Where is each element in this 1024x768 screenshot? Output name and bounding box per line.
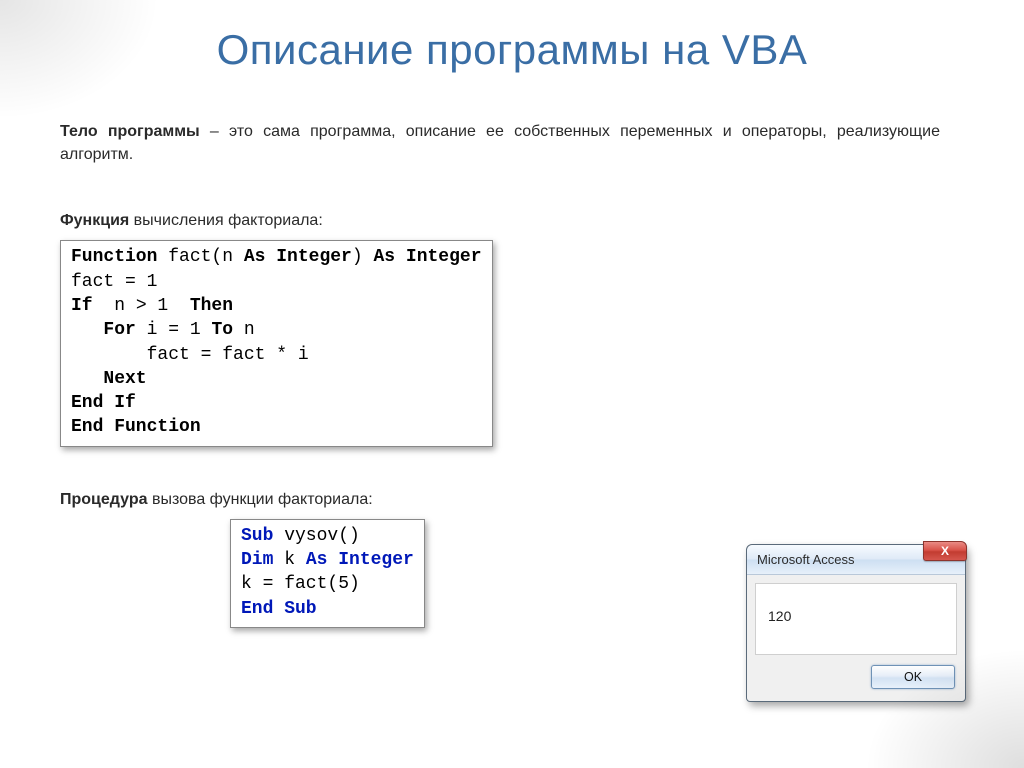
- intro-paragraph: Тело программы – это сама программа, опи…: [60, 120, 940, 166]
- ok-button-label: OK: [904, 670, 922, 684]
- code-function-fact: Function fact(n As Integer) As Integer f…: [60, 240, 493, 446]
- msgbox-titlebar[interactable]: Microsoft Access X: [747, 545, 965, 575]
- slide-title: Описание программы на VBA: [60, 26, 964, 74]
- close-button[interactable]: X: [923, 541, 967, 561]
- subhead-procedure-bold: Процедура: [60, 491, 148, 508]
- msgbox-value: 120: [768, 608, 791, 624]
- subhead-function-bold: Функция: [60, 212, 129, 229]
- code-sub-vysov: Sub vysov() Dim k As Integer k = fact(5)…: [230, 519, 425, 628]
- subhead-function-rest: вычисления факториала:: [129, 212, 323, 229]
- msgbox-microsoft-access: Microsoft Access X 120 OK: [746, 544, 966, 702]
- intro-bold: Тело программы: [60, 123, 200, 140]
- msgbox-body: 120: [755, 583, 957, 655]
- subhead-function: Функция вычисления факториала:: [60, 212, 964, 230]
- subhead-procedure-rest: вызова функции факториала:: [148, 491, 373, 508]
- msgbox-footer: OK: [747, 655, 965, 701]
- close-icon: X: [941, 544, 949, 558]
- ok-button[interactable]: OK: [871, 665, 955, 689]
- subhead-procedure: Процедура вызова функции факториала:: [60, 491, 964, 509]
- msgbox-title-text: Microsoft Access: [747, 552, 855, 567]
